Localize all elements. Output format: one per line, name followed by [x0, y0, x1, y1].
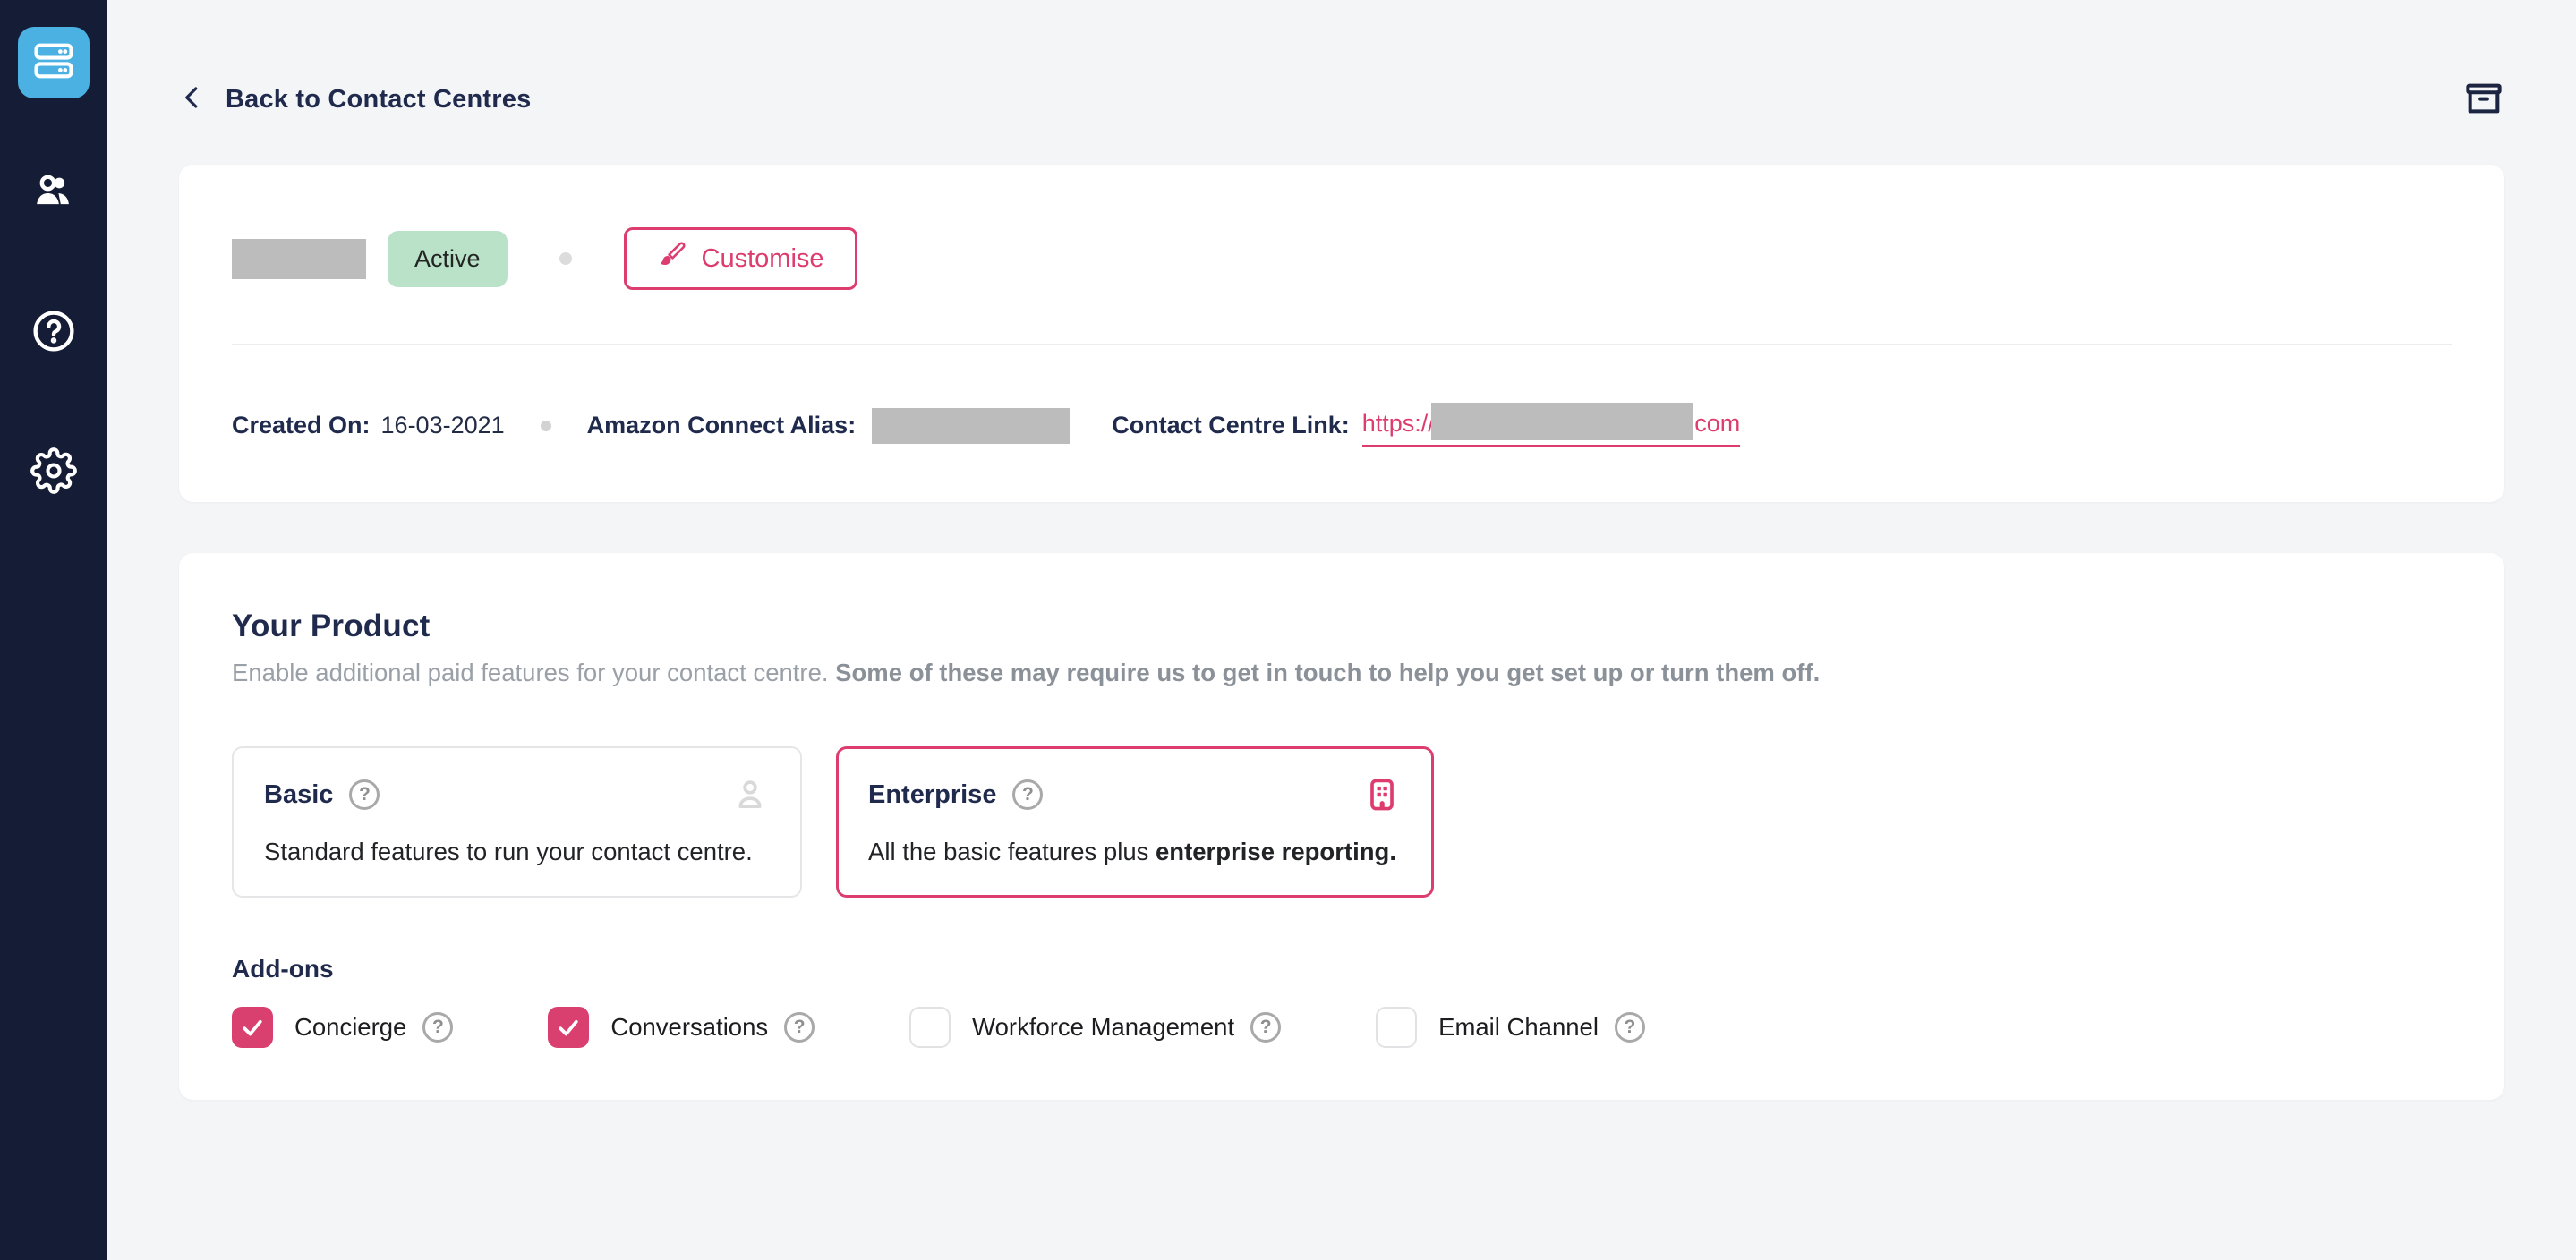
- plan-description: Standard features to run your contact ce…: [264, 838, 770, 866]
- alias-value-redacted: [872, 408, 1070, 444]
- link-suffix: .com: [1688, 410, 1741, 438]
- help-icon: [30, 308, 77, 359]
- archive-button[interactable]: [2463, 78, 2504, 122]
- addon-label: Conversations: [610, 1013, 768, 1042]
- sidebar-item-contact-centres[interactable]: [18, 27, 90, 98]
- your-product-card: Your Product Enable additional paid feat…: [179, 553, 2504, 1100]
- plan-card-enterprise[interactable]: Enterprise ? All the basic features: [836, 746, 1434, 898]
- server-stack-icon: [30, 38, 77, 89]
- checkbox[interactable]: [1376, 1007, 1417, 1048]
- users-icon: [30, 168, 77, 219]
- help-circle-icon[interactable]: ?: [1250, 1012, 1281, 1043]
- contact-centre-link-label: Contact Centre Link:: [1112, 412, 1350, 439]
- addon-workforce-management[interactable]: Workforce Management ?: [909, 1007, 1281, 1048]
- plan-card-basic[interactable]: Basic ? Standard features to run your co…: [232, 746, 802, 898]
- dot-separator: [541, 421, 551, 431]
- addon-label: Workforce Management: [972, 1013, 1234, 1042]
- customise-button[interactable]: Customise: [624, 227, 857, 290]
- help-circle-icon[interactable]: ?: [1615, 1012, 1645, 1043]
- plan-description-bold: enterprise reporting.: [1156, 838, 1396, 865]
- archive-box-icon: [2463, 78, 2504, 122]
- sidebar-item-help[interactable]: [18, 297, 90, 369]
- plan-description: All the basic features plus enterprise r…: [868, 838, 1402, 866]
- status-badge: Active: [388, 231, 508, 287]
- addon-label: Concierge: [294, 1013, 406, 1042]
- subtitle-bold: Some of these may require us to get in t…: [835, 659, 1820, 686]
- help-circle-icon[interactable]: ?: [422, 1012, 453, 1043]
- customise-label: Customise: [702, 244, 824, 274]
- checkbox[interactable]: [909, 1007, 951, 1048]
- link-prefix: https://: [1362, 410, 1435, 438]
- help-circle-icon[interactable]: ?: [349, 779, 380, 810]
- created-on-label: Created On:: [232, 412, 371, 439]
- addon-email-channel[interactable]: Email Channel ?: [1376, 1007, 1645, 1048]
- main-content: Back to Contact Centres Active: [107, 0, 2576, 1260]
- section-subtitle: Enable additional paid features for your…: [232, 659, 2452, 687]
- sidebar-item-users[interactable]: [18, 158, 90, 229]
- checkbox[interactable]: [232, 1007, 273, 1048]
- addons-row: Concierge ? Conversations ? Workforce Ma…: [232, 1007, 2452, 1048]
- help-circle-icon[interactable]: ?: [1012, 779, 1043, 810]
- sidebar: [0, 0, 107, 1260]
- created-on-value: 16-03-2021: [381, 412, 505, 439]
- dot-separator: [559, 252, 572, 265]
- chevron-left-icon: [179, 84, 206, 115]
- gear-icon: [30, 447, 77, 498]
- checkbox[interactable]: [548, 1007, 589, 1048]
- plan-title: Basic: [264, 780, 333, 810]
- plan-description-regular: All the basic features plus: [868, 838, 1156, 865]
- back-label: Back to Contact Centres: [226, 85, 531, 115]
- card-divider: [232, 344, 2452, 345]
- back-link[interactable]: Back to Contact Centres: [179, 84, 531, 115]
- topbar: Back to Contact Centres: [179, 79, 2504, 120]
- addons-title: Add-ons: [232, 955, 2452, 983]
- link-redacted: [1431, 403, 1693, 440]
- plan-title: Enterprise: [868, 780, 996, 810]
- addon-label: Email Channel: [1438, 1013, 1599, 1042]
- centre-title-row: Active Customise: [232, 227, 2452, 290]
- alias-label: Amazon Connect Alias:: [587, 412, 857, 439]
- centre-name-redacted: [232, 239, 366, 279]
- centre-info-row: Created On: 16-03-2021 Amazon Connect Al…: [232, 404, 2452, 447]
- contact-centre-card: Active Customise Created On: 16-03-2021 …: [179, 165, 2504, 502]
- paintbrush-icon: [657, 240, 687, 277]
- addon-conversations[interactable]: Conversations ?: [548, 1007, 815, 1048]
- section-title: Your Product: [232, 609, 2452, 644]
- plan-options: Basic ? Standard features to run your co…: [232, 746, 2452, 898]
- help-circle-icon[interactable]: ?: [784, 1012, 815, 1043]
- sidebar-item-settings[interactable]: [18, 437, 90, 508]
- contact-centre-link[interactable]: https:// .com: [1362, 404, 1741, 447]
- subtitle-regular: Enable additional paid features for your…: [232, 659, 835, 686]
- addon-concierge[interactable]: Concierge ?: [232, 1007, 453, 1048]
- plan-head: Enterprise ?: [868, 775, 1402, 814]
- building-icon: [1362, 775, 1402, 814]
- person-icon: [730, 775, 770, 814]
- plan-head: Basic ?: [264, 775, 770, 814]
